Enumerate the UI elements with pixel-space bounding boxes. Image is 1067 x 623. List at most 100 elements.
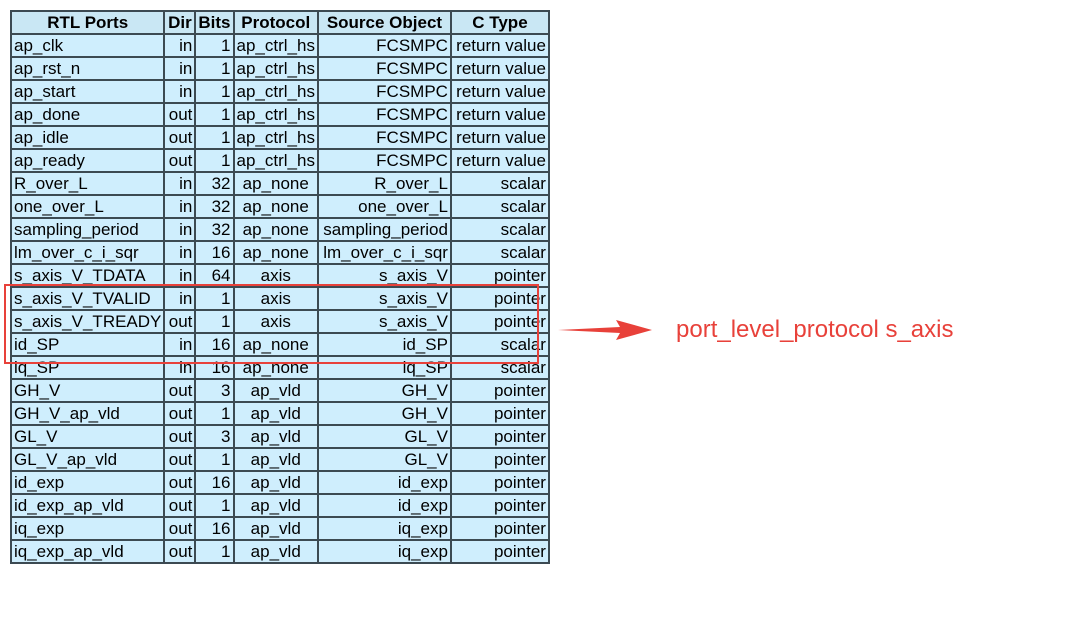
cell-bits: 16 bbox=[194, 332, 235, 357]
cell-protocol: ap_vld bbox=[232, 424, 319, 449]
annotation-label: port_level_protocol s_axis bbox=[676, 316, 954, 343]
table-row: s_axis_V_TVALID in 1 axis s_axis_V pointer bbox=[9, 286, 550, 311]
rtl-ports-table: RTL Ports Dir Bits Protocol Source Objec… bbox=[9, 10, 550, 564]
cell-c-type: pointer bbox=[449, 378, 550, 403]
table-body: ap_clk in 1 ap_ctrl_hs FCSMPC return value ap_… bbox=[9, 33, 550, 564]
cell-port-name: iq_exp bbox=[9, 516, 166, 541]
cell-source-object: FCSMPC bbox=[316, 33, 452, 58]
cell-direction: in bbox=[163, 171, 197, 196]
cell-protocol: ap_none bbox=[232, 355, 319, 380]
cell-protocol: ap_vld bbox=[232, 401, 319, 426]
cell-direction: in bbox=[163, 332, 197, 357]
cell-c-type: return value bbox=[449, 33, 550, 58]
table-row: R_over_L in 32 ap_none R_over_L scalar bbox=[9, 171, 550, 196]
cell-direction: out bbox=[163, 102, 197, 127]
cell-source-object: GL_V bbox=[316, 424, 452, 449]
header-rtl-ports: RTL Ports bbox=[9, 10, 166, 35]
cell-c-type: pointer bbox=[449, 286, 550, 311]
header-bits: Bits bbox=[194, 10, 235, 35]
cell-direction: out bbox=[163, 148, 197, 173]
cell-source-object: FCSMPC bbox=[316, 79, 452, 104]
table-row: lm_over_c_i_sqr in 16 ap_none lm_over_c_i_sq… bbox=[9, 240, 550, 265]
cell-source-object: iq_exp bbox=[316, 539, 452, 564]
cell-source-object: id_exp bbox=[316, 493, 452, 518]
cell-source-object: sampling_period bbox=[316, 217, 452, 242]
cell-port-name: GL_V_ap_vld bbox=[9, 447, 166, 472]
table-row: GH_V out 3 ap_vld GH_V pointer bbox=[9, 378, 550, 403]
cell-c-type: pointer bbox=[449, 309, 550, 334]
cell-protocol: ap_vld bbox=[232, 493, 319, 518]
table-row: ap_idle out 1 ap_ctrl_hs FCSMPC return value bbox=[9, 125, 550, 150]
cell-port-name: id_exp_ap_vld bbox=[9, 493, 166, 518]
table-row: id_exp_ap_vld out 1 ap_vld id_exp pointer bbox=[9, 493, 550, 518]
cell-c-type: return value bbox=[449, 56, 550, 81]
cell-direction: out bbox=[163, 424, 197, 449]
cell-source-object: iq_exp bbox=[316, 516, 452, 541]
table-header-row: RTL Ports Dir Bits Protocol Source Objec… bbox=[9, 10, 550, 35]
cell-port-name: s_axis_V_TREADY bbox=[9, 309, 166, 334]
cell-protocol: ap_vld bbox=[232, 447, 319, 472]
cell-protocol: ap_ctrl_hs bbox=[232, 33, 319, 58]
cell-c-type: pointer bbox=[449, 424, 550, 449]
cell-port-name: ap_clk bbox=[9, 33, 166, 58]
cell-direction: in bbox=[163, 194, 197, 219]
cell-port-name: s_axis_V_TDATA bbox=[9, 263, 166, 288]
cell-protocol: ap_none bbox=[232, 217, 319, 242]
cell-direction: out bbox=[163, 125, 197, 150]
header-source-object: Source Object bbox=[316, 10, 452, 35]
cell-direction: out bbox=[163, 401, 197, 426]
cell-port-name: R_over_L bbox=[9, 171, 166, 196]
cell-port-name: GH_V_ap_vld bbox=[9, 401, 166, 426]
cell-protocol: ap_ctrl_hs bbox=[232, 148, 319, 173]
table-row: ap_rst_n in 1 ap_ctrl_hs FCSMPC return value bbox=[9, 56, 550, 81]
cell-bits: 32 bbox=[194, 194, 235, 219]
cell-direction: in bbox=[163, 240, 197, 265]
table-row: iq_SP in 16 ap_none iq_SP scalar bbox=[9, 355, 550, 380]
table-row: s_axis_V_TREADY out 1 axis s_axis_V pointer bbox=[9, 309, 550, 334]
cell-protocol: ap_vld bbox=[232, 539, 319, 564]
cell-direction: out bbox=[163, 447, 197, 472]
table-row: one_over_L in 32 ap_none one_over_L scalar bbox=[9, 194, 550, 219]
cell-direction: in bbox=[163, 56, 197, 81]
table-row: id_SP in 16 ap_none id_SP scalar bbox=[9, 332, 550, 357]
cell-bits: 64 bbox=[194, 263, 235, 288]
cell-port-name: sampling_period bbox=[9, 217, 166, 242]
cell-direction: out bbox=[163, 309, 197, 334]
cell-source-object: s_axis_V bbox=[316, 286, 452, 311]
cell-direction: in bbox=[163, 355, 197, 380]
table-row: iq_exp out 16 ap_vld iq_exp pointer bbox=[9, 516, 550, 541]
cell-direction: in bbox=[163, 79, 197, 104]
cell-bits: 3 bbox=[194, 378, 235, 403]
cell-bits: 3 bbox=[194, 424, 235, 449]
cell-bits: 32 bbox=[194, 217, 235, 242]
table-row: ap_done out 1 ap_ctrl_hs FCSMPC return value bbox=[9, 102, 550, 127]
cell-port-name: iq_exp_ap_vld bbox=[9, 539, 166, 564]
cell-direction: out bbox=[163, 516, 197, 541]
header-c-type: C Type bbox=[449, 10, 550, 35]
cell-bits: 1 bbox=[194, 309, 235, 334]
table-row: GH_V_ap_vld out 1 ap_vld GH_V pointer bbox=[9, 401, 550, 426]
cell-source-object: s_axis_V bbox=[316, 263, 452, 288]
cell-c-type: scalar bbox=[449, 332, 550, 357]
cell-direction: out bbox=[163, 378, 197, 403]
cell-source-object: s_axis_V bbox=[316, 309, 452, 334]
cell-c-type: pointer bbox=[449, 516, 550, 541]
cell-bits: 16 bbox=[194, 470, 235, 495]
cell-protocol: ap_none bbox=[232, 240, 319, 265]
cell-c-type: pointer bbox=[449, 447, 550, 472]
cell-c-type: scalar bbox=[449, 171, 550, 196]
cell-source-object: id_SP bbox=[316, 332, 452, 357]
header-dir: Dir bbox=[163, 10, 197, 35]
cell-protocol: ap_ctrl_hs bbox=[232, 79, 319, 104]
right-arrow-icon bbox=[558, 320, 652, 340]
cell-source-object: iq_SP bbox=[316, 355, 452, 380]
cell-c-type: return value bbox=[449, 102, 550, 127]
cell-source-object: one_over_L bbox=[316, 194, 452, 219]
cell-protocol: ap_none bbox=[232, 171, 319, 196]
cell-c-type: scalar bbox=[449, 217, 550, 242]
cell-protocol: ap_vld bbox=[232, 470, 319, 495]
cell-protocol: ap_ctrl_hs bbox=[232, 102, 319, 127]
cell-c-type: return value bbox=[449, 125, 550, 150]
cell-port-name: s_axis_V_TVALID bbox=[9, 286, 166, 311]
cell-bits: 1 bbox=[194, 447, 235, 472]
